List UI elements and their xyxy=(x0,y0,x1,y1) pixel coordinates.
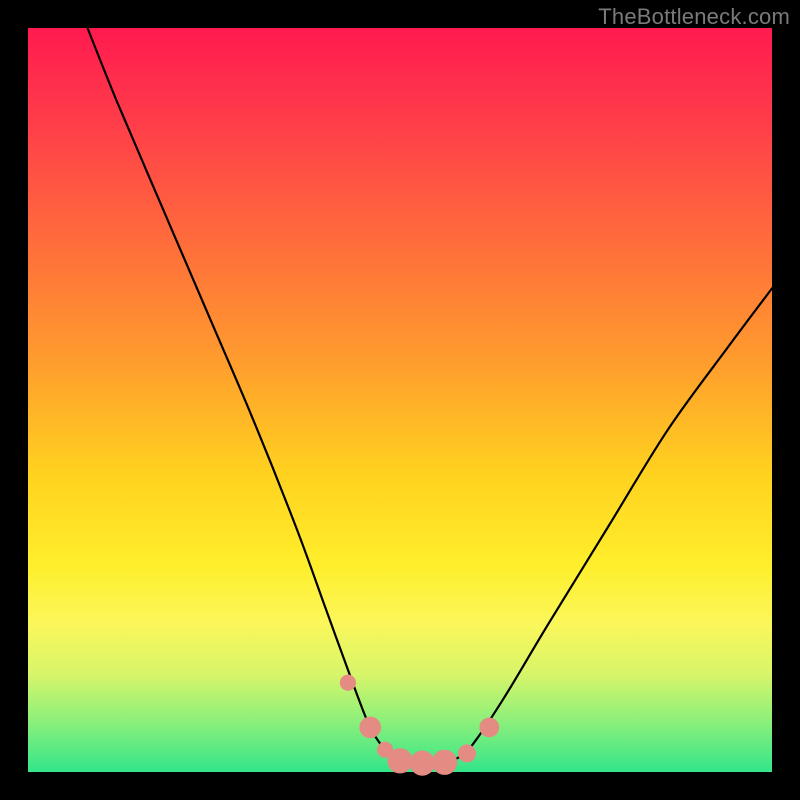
bottleneck-curve xyxy=(88,28,773,764)
chart-svg xyxy=(28,28,772,772)
highlight-dots xyxy=(340,675,499,776)
highlight-dot xyxy=(432,750,457,775)
highlight-dot xyxy=(387,748,412,773)
highlight-dot xyxy=(359,717,381,739)
highlight-dot xyxy=(458,744,476,762)
watermark-text: TheBottleneck.com xyxy=(598,4,790,30)
chart-plot-area xyxy=(28,28,772,772)
chart-frame: TheBottleneck.com xyxy=(0,0,800,800)
highlight-dot xyxy=(479,718,499,738)
highlight-dot xyxy=(410,751,435,776)
highlight-dot xyxy=(340,675,356,691)
